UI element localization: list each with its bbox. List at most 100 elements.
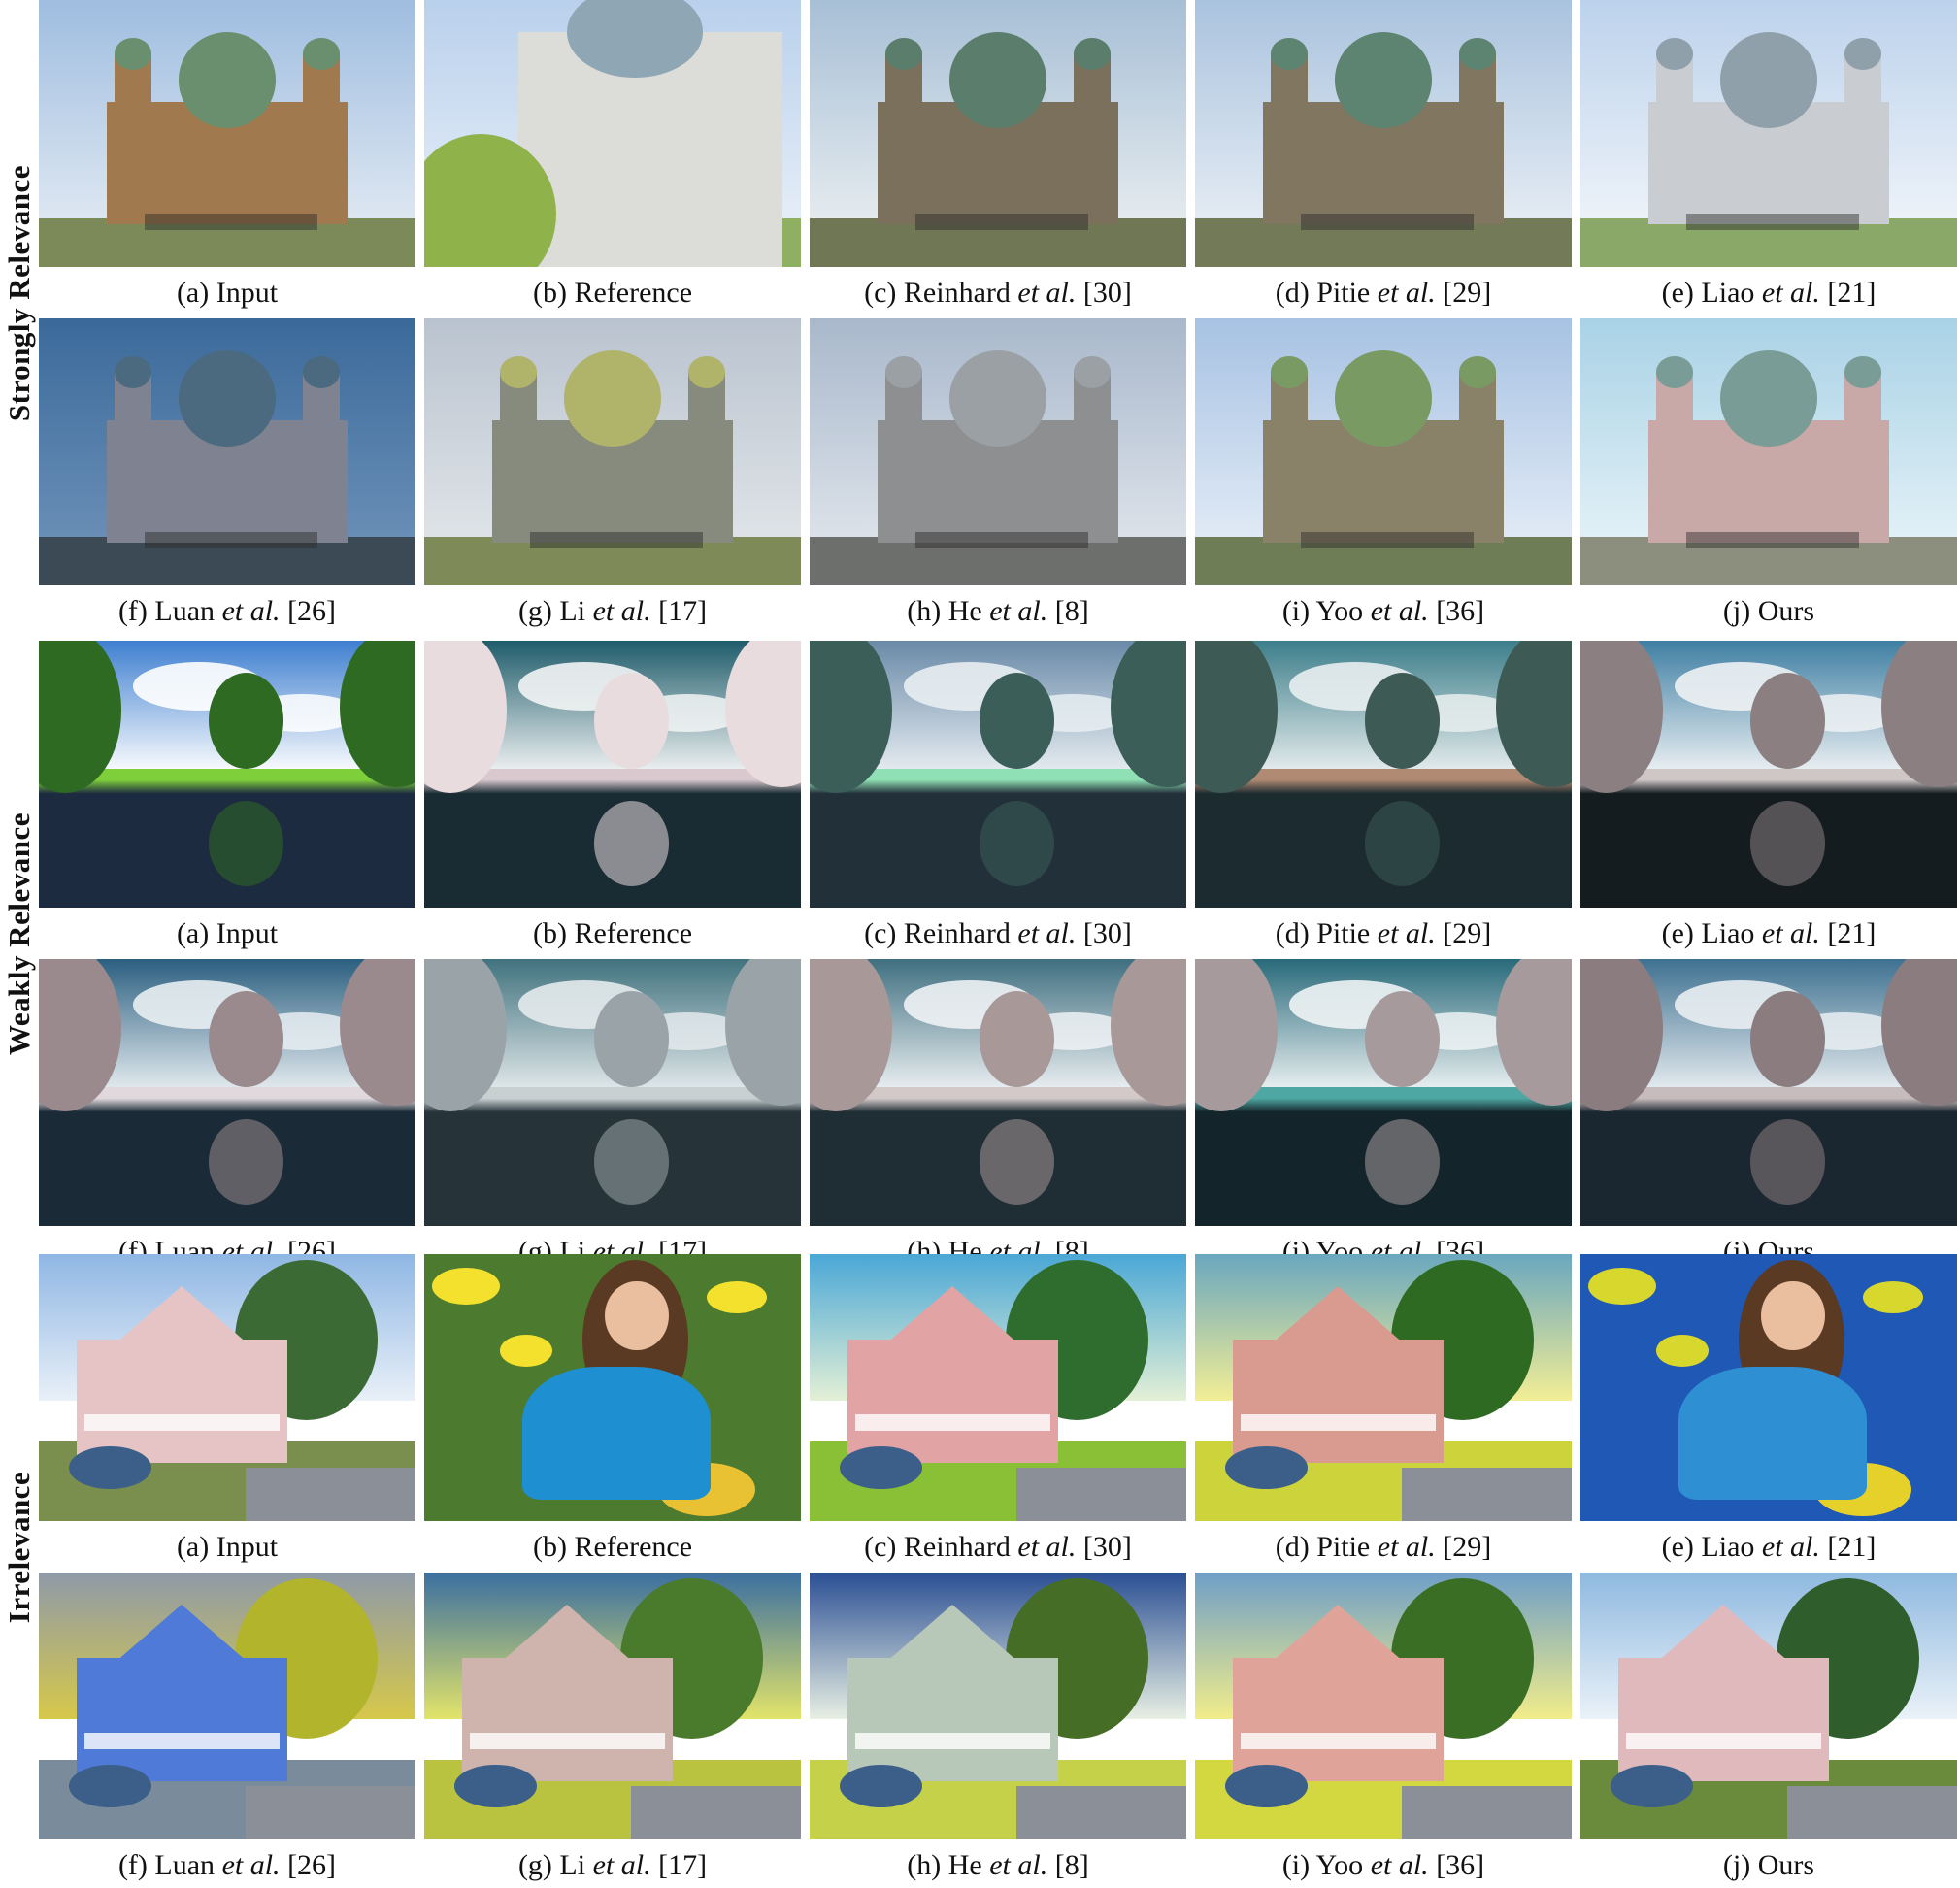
roof-shape (499, 1605, 634, 1663)
figure-panel: (c) Reinhard et al. [30] (810, 1254, 1186, 1566)
reflection-shape (1364, 1119, 1441, 1205)
caption-suffix: [30] (1076, 1531, 1132, 1563)
porch-shape (83, 1733, 281, 1749)
panel-image (1580, 641, 1957, 908)
panel-caption: (f) Luan et al. [26] (39, 1849, 415, 1882)
panel-image (424, 0, 801, 267)
dome-shape (499, 355, 538, 388)
crowd-shape (914, 532, 1089, 548)
roof-shape (114, 1605, 249, 1663)
dome-shape (1655, 37, 1694, 70)
dome-shape (1719, 350, 1818, 447)
section-label: Weakly Relevance (0, 641, 39, 1226)
caption-prefix: (d) Pitie (1275, 917, 1378, 949)
figure-panel: (f) Luan et al. [26] (39, 1573, 415, 1884)
caption-prefix: (d) Pitie (1275, 1531, 1378, 1563)
house-shape (461, 1658, 674, 1781)
panel-caption: (d) Pitie et al. [29] (1195, 1531, 1572, 1564)
panel-image (424, 318, 801, 585)
caption-suffix: [17] (650, 595, 708, 627)
porch-shape (469, 1733, 666, 1749)
panel-image (1580, 0, 1957, 267)
tree-shape (208, 991, 284, 1087)
caption-suffix: [21] (1819, 1531, 1877, 1563)
shrub-shape (1225, 1765, 1309, 1807)
tree-shape (593, 991, 670, 1087)
caption-suffix: [17] (650, 1849, 708, 1881)
caption-prefix: (a) Input (176, 1531, 279, 1563)
panel-caption: (j) Ours (1580, 595, 1957, 628)
section-label: Irrelevance (0, 1254, 39, 1839)
shrub-shape (454, 1765, 538, 1807)
figure-panel: (h) He et al. [8] (810, 959, 1186, 1271)
figure-panel: (e) Liao et al. [21] (1580, 1254, 1957, 1566)
road-shape (1402, 1786, 1572, 1839)
caption-prefix: (i) Yoo (1281, 1849, 1371, 1881)
house-shape (1232, 1340, 1445, 1463)
road-shape (1402, 1468, 1572, 1521)
roof-shape (1270, 1605, 1405, 1663)
reflection-shape (593, 801, 670, 886)
caption-italic: et al. (989, 1849, 1048, 1881)
figure-panel: (g) Li et al. [17] (424, 1573, 801, 1884)
crowd-shape (144, 214, 318, 230)
roof-shape (1270, 1286, 1405, 1344)
figure-section: Strongly Relevance (a) Input (b) Referen… (0, 0, 1960, 634)
tree-shape (1749, 673, 1826, 769)
road-shape (246, 1786, 415, 1839)
crowd-shape (1685, 532, 1860, 548)
crowd-shape (1300, 214, 1475, 230)
reflection-shape (1749, 1119, 1826, 1205)
caption-italic: et al. (592, 1849, 651, 1881)
panel-caption: (d) Pitie et al. [29] (1195, 277, 1572, 310)
dome-shape (884, 355, 923, 388)
panel-image (1195, 0, 1572, 267)
dome-shape (302, 37, 341, 70)
panel-caption: (c) Reinhard et al. [30] (810, 1531, 1186, 1564)
caption-italic: et al. (1017, 277, 1077, 309)
caption-suffix: [8] (1047, 595, 1089, 627)
panel-image (810, 318, 1186, 585)
caption-prefix: (a) Input (176, 917, 279, 949)
figure-panel: (a) Input (39, 0, 415, 312)
dome-shape (1458, 37, 1497, 70)
panel-image (1580, 318, 1957, 585)
dome-shape (948, 32, 1047, 128)
house-shape (76, 1658, 288, 1781)
caption-italic: et al. (221, 595, 281, 627)
figure-panel: (d) Pitie et al. [29] (1195, 0, 1572, 312)
road-shape (1787, 1786, 1957, 1839)
panel-caption: (e) Liao et al. [21] (1580, 277, 1957, 310)
caption-prefix: (a) Input (176, 277, 279, 309)
reflection-shape (208, 1119, 284, 1205)
panel-caption: (f) Luan et al. [26] (39, 595, 415, 628)
figure-panel: (c) Reinhard et al. [30] (810, 0, 1186, 312)
caption-italic: et al. (1377, 1531, 1436, 1563)
section-label-text: Weakly Relevance (2, 812, 36, 1055)
tree-shape (1364, 991, 1441, 1087)
panel-image (1580, 1573, 1957, 1839)
panel-caption: (c) Reinhard et al. [30] (810, 277, 1186, 310)
panel-caption: (a) Input (39, 277, 415, 310)
section-label-text: Strongly Relevance (2, 164, 36, 421)
dome-shape (1334, 32, 1433, 128)
dome-shape (1073, 355, 1112, 388)
shrub-shape (1225, 1446, 1309, 1489)
flower-shape (1863, 1280, 1924, 1313)
figure-panel: (b) Reference (424, 1254, 801, 1566)
caption-italic: et al. (989, 595, 1048, 627)
flower-shape (499, 1334, 552, 1367)
caption-suffix: [36] (1428, 595, 1485, 627)
roof-shape (114, 1286, 249, 1344)
caption-prefix: (f) Luan (117, 595, 222, 627)
section-label-text: Irrelevance (2, 1471, 37, 1623)
porch-shape (854, 1733, 1051, 1749)
caption-prefix: (c) Reinhard (864, 277, 1018, 309)
panel-caption: (h) He et al. [8] (810, 595, 1186, 628)
caption-prefix: (h) He (907, 595, 990, 627)
panel-image (1195, 1254, 1572, 1521)
caption-suffix: [26] (280, 1849, 337, 1881)
dome-shape (178, 32, 277, 128)
panel-image (39, 1254, 415, 1521)
caption-italic: et al. (221, 1849, 281, 1881)
